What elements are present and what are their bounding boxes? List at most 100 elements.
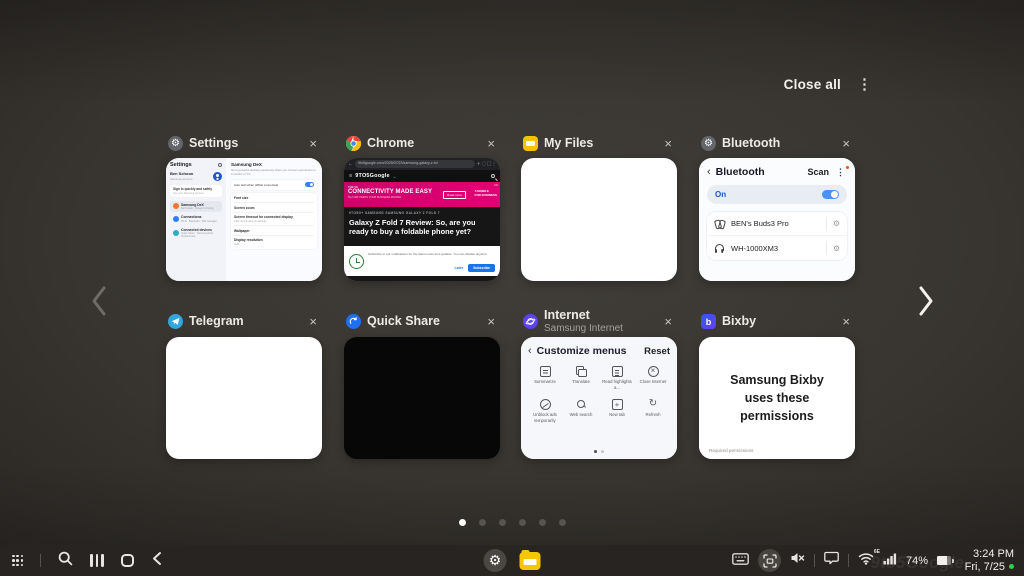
close-task-icon[interactable]: × xyxy=(484,134,498,153)
search-icon xyxy=(218,163,222,167)
notifications-icon[interactable] xyxy=(824,551,839,570)
task-card-telegram: Telegram × xyxy=(166,306,322,459)
task-card-chrome: Chrome × ← 9to5google.com/2025/07/23/sam… xyxy=(344,128,500,281)
recents-icon[interactable] xyxy=(90,554,103,567)
caret-down-icon: ⌄ xyxy=(393,174,396,179)
close-task-icon[interactable]: × xyxy=(306,134,320,153)
task-thumbnail-myfiles[interactable] xyxy=(521,158,677,281)
quickshare-app-icon xyxy=(346,314,361,329)
signin-title: Sign in quickly and safely xyxy=(173,187,219,191)
task-thumbnail-quickshare[interactable] xyxy=(344,337,500,459)
settings-detail-label: Screen zoom xyxy=(234,206,314,210)
cellular-signal-icon[interactable] xyxy=(883,552,897,570)
task-card-header[interactable]: Internet Samsung Internet × xyxy=(521,306,677,337)
previous-page-chevron-icon[interactable] xyxy=(88,283,110,319)
wifi-icon[interactable]: 6E xyxy=(858,552,874,570)
taskbar: ⚙ xyxy=(0,545,1024,576)
ad-banner: AD THE 5G CONNECTIVITY MADE EASY 5G THAT… xyxy=(344,182,500,207)
signin-sub: Use your Samsung account xyxy=(173,192,219,195)
bixby-permissions-message: Samsung Bixby uses these permissions xyxy=(715,371,839,425)
close-icon xyxy=(648,366,659,377)
menu-item: Summarize xyxy=(528,366,562,390)
menu-dot-active xyxy=(594,450,597,453)
menu-item-label: Web search xyxy=(564,412,598,418)
task-card-header[interactable]: b Bixby × xyxy=(699,306,855,337)
back-icon[interactable] xyxy=(151,551,163,571)
page-dot[interactable] xyxy=(519,519,526,526)
date: Fri, 7/25 xyxy=(965,561,1005,574)
task-thumbnail-settings[interactable]: Settings Ben Schoon Samsung account Sign… xyxy=(166,158,322,281)
settings-nav-sub: Quick Share · Samsung DeX · Android Auto xyxy=(181,232,220,238)
detail-title: Samsung DeX xyxy=(231,162,317,167)
settings-detail-sub: After 10 minutes of inactivity xyxy=(234,220,314,223)
taskbar-running-apps: ⚙ xyxy=(484,549,541,572)
page-dot[interactable] xyxy=(499,519,506,526)
system-tray: 6E 74% 3:24 PM Fri, 7/25 xyxy=(732,548,1014,573)
close-task-icon[interactable]: × xyxy=(306,312,320,331)
task-card-quickshare: Quick Share × xyxy=(344,306,500,459)
apps-grid-icon[interactable] xyxy=(12,555,23,566)
settings-nav-item: Connected devicesQuick Share · Samsung D… xyxy=(170,226,222,241)
settings-detail-label: Display resolution xyxy=(234,238,314,242)
volume-muted-icon[interactable] xyxy=(790,551,805,570)
menu-item-label: Read highlights a... xyxy=(600,379,634,390)
settings-taskbar-icon[interactable]: ⚙ xyxy=(484,549,507,572)
menu-item-label: Close Internet xyxy=(636,379,670,385)
page-dot-active[interactable] xyxy=(459,519,466,526)
myfiles-app-icon xyxy=(523,136,538,151)
page-dot[interactable] xyxy=(479,519,486,526)
task-card-bluetooth: ⚙ Bluetooth × ‹ Bluetooth Scan ⋮ On BEN'… xyxy=(699,128,855,281)
keyboard-icon[interactable] xyxy=(732,552,749,570)
search-icon[interactable] xyxy=(58,551,73,571)
settings-detail-row: Display resolutionFHD xyxy=(234,236,314,248)
settings-detail-row: Font size xyxy=(234,194,314,204)
close-task-icon[interactable]: × xyxy=(661,312,675,331)
more-options-icon[interactable]: ⋮ xyxy=(857,77,872,92)
task-card-header[interactable]: ⚙ Bluetooth × xyxy=(699,128,855,158)
next-page-chevron-icon[interactable] xyxy=(915,283,937,319)
task-card-sublabel: Samsung Internet xyxy=(544,323,623,334)
bluetooth-on-row: On xyxy=(707,185,847,204)
signin-chip: Sign in quickly and safely Use your Sams… xyxy=(170,185,222,197)
task-thumbnail-chrome[interactable]: ← 9to5google.com/2025/07/23/samsung-gala… xyxy=(344,158,500,281)
task-thumbnail-bixby[interactable]: Samsung Bixby uses these permissions Req… xyxy=(699,337,855,459)
menu-item-label: Translate xyxy=(564,379,598,385)
task-thumbnail-telegram[interactable] xyxy=(166,337,322,459)
time: 3:24 PM xyxy=(965,548,1014,561)
clock[interactable]: 3:24 PM Fri, 7/25 xyxy=(965,548,1014,573)
close-task-icon[interactable]: × xyxy=(839,312,853,331)
customize-menus-title: Customize menus xyxy=(537,345,627,357)
divider xyxy=(40,554,41,567)
task-card-myfiles: My Files × xyxy=(521,128,677,281)
telegram-app-icon xyxy=(168,314,183,329)
home-icon[interactable] xyxy=(121,554,134,567)
task-card-header[interactable]: Telegram × xyxy=(166,306,322,337)
wifi-badge: 6E xyxy=(874,549,880,555)
page-dot[interactable] xyxy=(559,519,566,526)
notification-dialog: Subscribe to our notifications for the l… xyxy=(344,246,500,276)
later-button: Later xyxy=(455,266,464,270)
bixby-preview: Samsung Bixby uses these permissions Req… xyxy=(699,337,855,459)
task-thumbnail-bluetooth[interactable]: ‹ Bluetooth Scan ⋮ On BEN's Buds3 Pro⚙WH… xyxy=(699,158,855,281)
close-all-button[interactable]: Close all xyxy=(784,77,841,92)
menu-item: Translate xyxy=(564,366,598,390)
task-card-label: Bixby xyxy=(722,315,756,328)
myfiles-taskbar-icon[interactable] xyxy=(520,552,541,570)
screen-capture-icon[interactable] xyxy=(758,549,781,572)
task-card-header[interactable]: Chrome × xyxy=(344,128,500,158)
menu-item: Refresh xyxy=(636,399,670,423)
page-dot[interactable] xyxy=(539,519,546,526)
task-card-header[interactable]: ⚙ Settings × xyxy=(166,128,322,158)
divider xyxy=(814,554,815,567)
close-task-icon[interactable]: × xyxy=(661,134,675,153)
task-card-header[interactable]: My Files × xyxy=(521,128,677,158)
settings-nav-item: Samsung DeXDeX mode · Screen mirroring xyxy=(170,201,222,213)
close-task-icon[interactable]: × xyxy=(484,312,498,331)
task-thumbnail-internet[interactable]: ‹ Customize menus Reset SummarizeTransla… xyxy=(521,337,677,459)
avatar xyxy=(213,172,222,181)
task-card-header[interactable]: Quick Share × xyxy=(344,306,500,337)
close-task-icon[interactable]: × xyxy=(839,134,853,153)
newtab-icon xyxy=(612,399,623,410)
settings-nav-icon xyxy=(173,230,179,236)
settings-nav-label: Connected devices xyxy=(181,228,220,232)
